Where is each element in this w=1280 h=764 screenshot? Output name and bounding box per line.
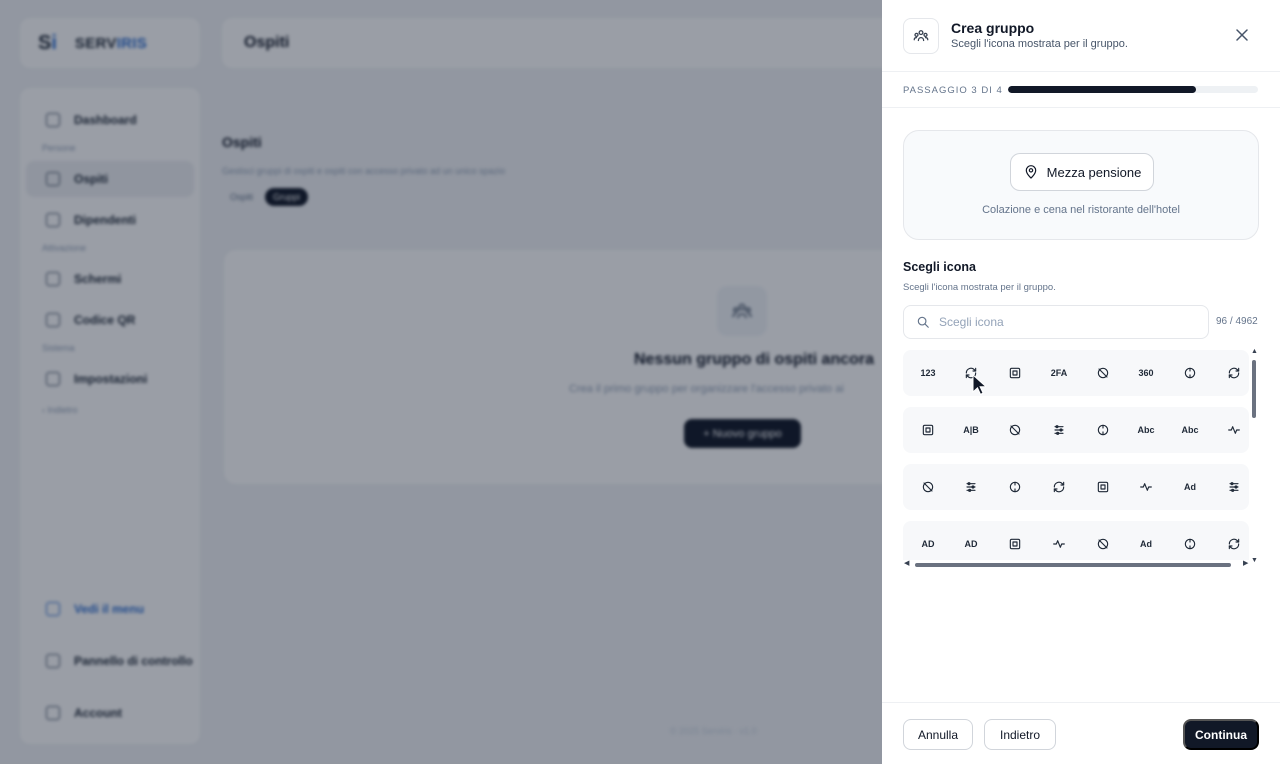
abc-icon[interactable]: Abc — [1126, 407, 1166, 453]
refresh-icon[interactable] — [995, 407, 1035, 453]
icon-glyph-text: 123 — [920, 368, 936, 378]
ad-2-icon[interactable] — [1214, 464, 1249, 510]
icon-glyph-text: A|B — [963, 425, 979, 435]
abacus-icon[interactable] — [1039, 407, 1079, 453]
ad-icon[interactable]: Ad — [1170, 464, 1210, 510]
accessible-off-icon[interactable] — [908, 464, 948, 510]
close-button[interactable] — [1232, 25, 1252, 45]
back-button[interactable]: Indietro — [984, 719, 1056, 750]
icon-section-title: Scegli icona — [903, 260, 976, 274]
broadcast-off-icon[interactable] — [1039, 464, 1079, 510]
adjustments-alt-icon[interactable] — [1214, 521, 1249, 560]
ad-circle-off-icon[interactable] — [995, 521, 1035, 560]
broadcast-icon[interactable] — [995, 464, 1035, 510]
icon-grid: 123 2FA 360 A|B Abc Abc Ad AD AD Ad — [903, 350, 1249, 560]
create-group-drawer: Crea gruppo Scegli l'icona mostrata per … — [882, 0, 1280, 764]
icon-glyph-text: 2FA — [1050, 368, 1068, 378]
step-progress-bar — [1008, 86, 1258, 93]
accessible-icon[interactable] — [1214, 407, 1249, 453]
icon-search-input[interactable] — [939, 315, 1179, 329]
123-icon[interactable]: 123 — [908, 350, 948, 396]
cancel-button[interactable]: Annulla — [903, 719, 973, 750]
close-icon — [1236, 29, 1248, 41]
rotate-off-icon[interactable] — [1214, 350, 1249, 396]
icon-grid-horizontal-scrollbar[interactable]: ◀ ▶ — [903, 560, 1249, 568]
drawer-header: Crea gruppo Scegli l'icona mostrata per … — [882, 0, 1280, 72]
group-preview-name: Mezza pensione — [1046, 164, 1142, 180]
3d-rotation-icon[interactable] — [1170, 350, 1210, 396]
group-preview-description: Colazione e cena nel ristorante dell'hot… — [982, 204, 1180, 216]
group-preview-chip: Mezza pensione — [1010, 153, 1154, 191]
icon-grid-row: AD AD Ad — [903, 521, 1249, 560]
ad-off-2-icon[interactable] — [1083, 521, 1123, 560]
mouse-cursor-icon — [972, 374, 986, 395]
step-progress-fill — [1008, 86, 1196, 93]
scroll-left-icon[interactable]: ◀ — [904, 559, 909, 567]
link-icon[interactable] — [1083, 350, 1123, 396]
24-hours-icon[interactable] — [995, 350, 1035, 396]
horizontal-scroll-thumb[interactable] — [915, 563, 1231, 567]
users-group-icon — [903, 18, 939, 54]
step-indicator: PASSAGGIO 3 DI 4 — [882, 72, 1280, 108]
scroll-up-icon[interactable]: ▲ — [1251, 348, 1258, 355]
vertical-scroll-thumb[interactable] — [1252, 360, 1256, 418]
360-view-icon[interactable]: 360 — [1126, 350, 1166, 396]
icon-grid-row: Ad — [903, 464, 1249, 510]
drawer-footer: Annulla Indietro Continua — [882, 702, 1280, 764]
adjustments-icon[interactable] — [1170, 521, 1210, 560]
activity-icon[interactable] — [1083, 464, 1123, 510]
icon-grid-vertical-scrollbar[interactable]: ▲ ▼ — [1251, 348, 1258, 564]
icon-grid-row: 123 2FA 360 — [903, 350, 1249, 396]
a-b-icon[interactable]: A|B — [951, 407, 991, 453]
drawer-title: Crea gruppo — [951, 20, 1035, 36]
ad-off-icon[interactable] — [1039, 521, 1079, 560]
2fa-icon[interactable]: 2FA — [1039, 350, 1079, 396]
scroll-right-icon[interactable]: ▶ — [1243, 559, 1248, 567]
scroll-down-icon[interactable]: ▼ — [1251, 557, 1258, 564]
ad-circle-icon[interactable]: AD — [908, 521, 948, 560]
icon-glyph-text: AD — [964, 539, 978, 549]
ad-filled-icon[interactable]: Ad — [1126, 521, 1166, 560]
icon-glyph-text: Ad — [1140, 539, 1152, 549]
icon-glyph-text: AD — [921, 539, 935, 549]
activity-heartbeat-icon[interactable] — [1126, 464, 1166, 510]
group-preview-card: Mezza pensione Colazione e cena nel rist… — [903, 130, 1259, 240]
ad-circle-filled-icon[interactable]: AD — [951, 521, 991, 560]
icon-glyph-text: Ad — [1184, 482, 1196, 492]
continue-button[interactable]: Continua — [1183, 719, 1259, 750]
search-icon — [917, 316, 929, 328]
icon-grid-row: A|B Abc Abc — [903, 407, 1249, 453]
accessibility-icon[interactable] — [908, 407, 948, 453]
icon-search-field[interactable] — [903, 305, 1209, 339]
icon-glyph-text: Abc — [1181, 425, 1199, 435]
abc-off-icon[interactable]: Abc — [1170, 407, 1210, 453]
icon-count: 96 / 4962 — [1216, 316, 1258, 327]
icon-glyph-text: Abc — [1137, 425, 1155, 435]
icon-glyph-text: 360 — [1138, 368, 1154, 378]
accessible-filled-icon[interactable] — [951, 464, 991, 510]
icon-section-subtitle: Scegli l'icona mostrata per il gruppo. — [903, 282, 1056, 293]
abacus-off-icon[interactable] — [1083, 407, 1123, 453]
map-pin-icon — [1025, 165, 1036, 179]
drawer-subtitle: Scegli l'icona mostrata per il gruppo. — [951, 38, 1128, 50]
step-label: PASSAGGIO 3 DI 4 — [903, 85, 1003, 96]
